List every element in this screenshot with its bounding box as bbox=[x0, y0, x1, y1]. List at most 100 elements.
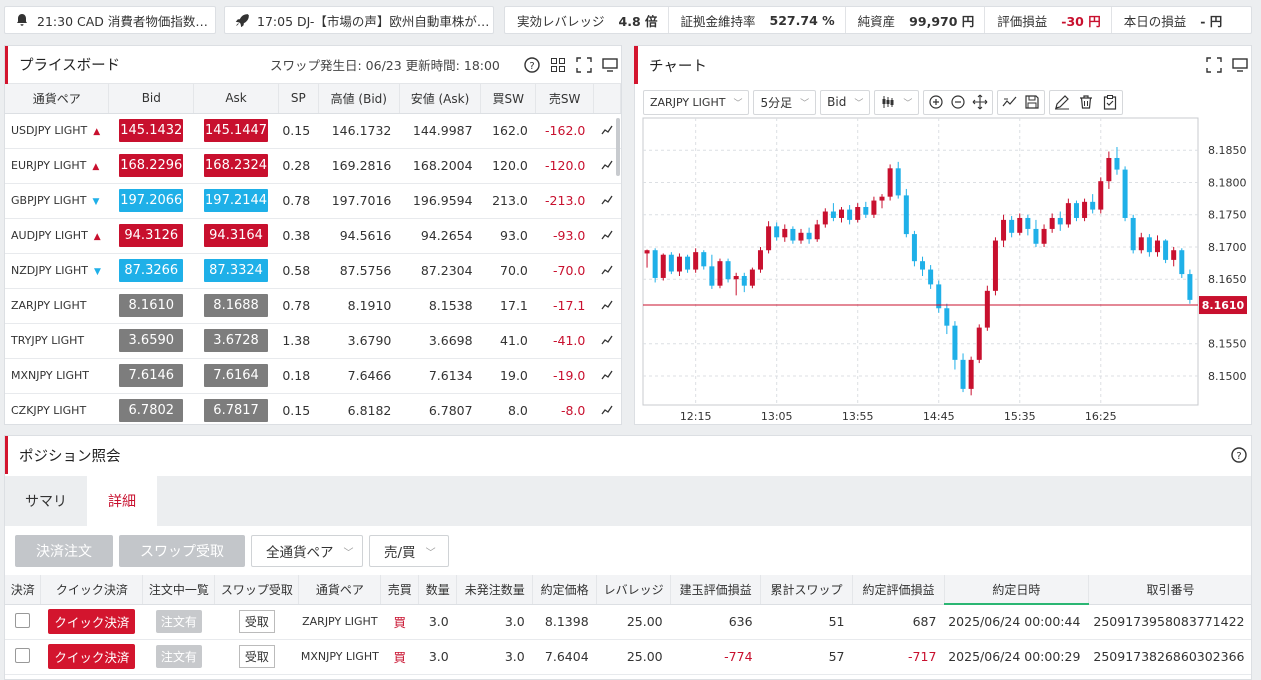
price-row[interactable]: TRYJPY LIGHT 3.6590 3.6728 1.38 3.6790 3.6698… bbox=[5, 323, 621, 359]
candle-body[interactable] bbox=[701, 252, 707, 267]
candle-body[interactable] bbox=[1138, 237, 1144, 251]
candle-body[interactable] bbox=[1049, 217, 1055, 229]
swap-receive-cell[interactable]: 受取 bbox=[214, 604, 299, 640]
candle-body[interactable] bbox=[1130, 217, 1136, 251]
zoom-in-icon[interactable] bbox=[928, 94, 944, 110]
pos-col-header[interactable]: 約定価格 bbox=[532, 575, 598, 605]
mini-chart-cell[interactable] bbox=[593, 253, 621, 289]
mini-chart-cell[interactable] bbox=[593, 358, 621, 394]
pair-cell[interactable]: TRYJPY LIGHT bbox=[5, 323, 109, 359]
bid-price-button[interactable]: 3.6590 bbox=[119, 329, 184, 352]
save-icon[interactable] bbox=[1024, 94, 1040, 110]
settle-checkbox-cell[interactable] bbox=[5, 639, 41, 675]
price-board-scrollbar[interactable] bbox=[616, 118, 620, 176]
candle-body[interactable] bbox=[830, 211, 836, 218]
tab-summary[interactable]: サマリ bbox=[5, 476, 87, 526]
quick-settle-cell[interactable]: クイック決済 bbox=[40, 604, 143, 640]
bid-price-button[interactable]: 6.7802 bbox=[119, 399, 184, 422]
ask-cell[interactable]: 168.2324 bbox=[193, 148, 279, 184]
bid-cell[interactable]: 87.3266 bbox=[108, 253, 194, 289]
quick-settle-cell[interactable]: クイック決済 bbox=[40, 639, 143, 675]
col-low[interactable]: 安値 (Ask) bbox=[399, 84, 482, 114]
candle-body[interactable] bbox=[847, 209, 853, 220]
candle-body[interactable] bbox=[766, 226, 772, 251]
candle-body[interactable] bbox=[652, 250, 658, 278]
candle-body[interactable] bbox=[741, 276, 747, 286]
candle-body[interactable] bbox=[1001, 219, 1007, 241]
candle-body[interactable] bbox=[725, 261, 731, 280]
candle-body[interactable] bbox=[806, 232, 812, 240]
ask-price-button[interactable]: 87.3324 bbox=[204, 259, 269, 282]
quick-settle-button[interactable]: クイック決済 bbox=[48, 644, 136, 669]
receive-swap-button[interactable]: 受取 bbox=[238, 610, 275, 633]
indicator-icon[interactable] bbox=[1002, 94, 1018, 110]
trash-icon[interactable] bbox=[1078, 94, 1094, 110]
bid-cell[interactable]: 7.6146 bbox=[108, 358, 194, 394]
pair-cell[interactable]: USDJPY LIGHT ▲ bbox=[5, 113, 109, 149]
pair-cell[interactable]: AUDJPY LIGHT ▲ bbox=[5, 218, 109, 254]
bid-price-button[interactable]: 168.2296 bbox=[119, 154, 184, 177]
candle-body[interactable] bbox=[790, 228, 796, 241]
col-sell-swap[interactable]: 売SW bbox=[535, 84, 594, 114]
candle-body[interactable] bbox=[717, 261, 723, 286]
candle-body[interactable] bbox=[1009, 219, 1015, 233]
order-exists-button[interactable]: 注文有 bbox=[155, 610, 202, 633]
monitor-icon[interactable] bbox=[601, 56, 619, 74]
chart-type-select[interactable]: ﹀ bbox=[874, 89, 920, 115]
candle-body[interactable] bbox=[782, 228, 788, 238]
candle-body[interactable] bbox=[1025, 217, 1031, 229]
candle-body[interactable] bbox=[911, 234, 917, 262]
interval-select[interactable]: 5分足 ﹀ bbox=[753, 89, 817, 115]
help-icon[interactable]: ? bbox=[523, 56, 541, 74]
candle-body[interactable] bbox=[749, 269, 755, 286]
bid-cell[interactable]: 197.2066 bbox=[108, 183, 194, 219]
bid-price-button[interactable]: 145.1432 bbox=[119, 119, 184, 142]
help-icon[interactable]: ? bbox=[1230, 446, 1248, 464]
candle-body[interactable] bbox=[693, 252, 699, 270]
candle-body[interactable] bbox=[774, 226, 780, 238]
col-sp[interactable]: SP bbox=[278, 84, 319, 114]
candle-body[interactable] bbox=[920, 261, 926, 270]
pos-col-header[interactable]: 累計スワップ bbox=[760, 575, 853, 605]
mini-chart-icon[interactable] bbox=[601, 125, 613, 135]
bid-price-button[interactable]: 94.3126 bbox=[119, 224, 184, 247]
col-bid[interactable]: Bid bbox=[108, 84, 195, 114]
receive-swap-button[interactable]: 受取 bbox=[238, 645, 275, 668]
pos-col-header[interactable]: クイック決済 bbox=[40, 575, 144, 605]
mini-chart-icon[interactable] bbox=[601, 300, 613, 310]
candle-body[interactable] bbox=[733, 276, 739, 280]
pencil-icon[interactable] bbox=[1054, 94, 1070, 110]
mini-chart-cell[interactable] bbox=[593, 183, 621, 219]
bid-price-button[interactable]: 7.6146 bbox=[119, 364, 184, 387]
bid-price-button[interactable]: 87.3266 bbox=[119, 259, 184, 282]
pos-col-header[interactable]: 約定評価損益 bbox=[852, 575, 945, 605]
swap-receive-cell[interactable]: 受取 bbox=[214, 639, 299, 675]
expand-icon[interactable] bbox=[575, 56, 593, 74]
candle-body[interactable] bbox=[1171, 250, 1177, 260]
ask-cell[interactable]: 6.7817 bbox=[193, 393, 279, 424]
quick-settle-button[interactable]: クイック決済 bbox=[48, 609, 136, 634]
mini-chart-cell[interactable] bbox=[593, 288, 621, 324]
col-ask[interactable]: Ask bbox=[193, 84, 279, 114]
ask-cell[interactable]: 87.3324 bbox=[193, 253, 279, 289]
candle-body[interactable] bbox=[1033, 228, 1039, 244]
pos-col-header[interactable]: 取引番号 bbox=[1088, 575, 1251, 605]
ask-price-button[interactable]: 6.7817 bbox=[204, 399, 269, 422]
zoom-out-icon[interactable] bbox=[950, 94, 966, 110]
pair-cell[interactable]: CZKJPY LIGHT bbox=[5, 393, 109, 424]
candle-body[interactable] bbox=[1057, 217, 1063, 225]
news-ticker-1[interactable]: 21:30 CAD 消費者物価指数… bbox=[4, 6, 216, 34]
ask-price-button[interactable]: 94.3164 bbox=[204, 224, 269, 247]
candle-body[interactable] bbox=[1163, 240, 1169, 260]
bid-cell[interactable]: 168.2296 bbox=[108, 148, 194, 184]
candle-body[interactable] bbox=[668, 254, 674, 272]
candle-body[interactable] bbox=[839, 209, 845, 218]
candle-body[interactable] bbox=[1041, 228, 1047, 244]
mini-chart-cell[interactable] bbox=[593, 218, 621, 254]
settle-checkbox[interactable] bbox=[15, 612, 31, 628]
col-high[interactable]: 高値 (Bid) bbox=[318, 84, 400, 114]
move-icon[interactable] bbox=[972, 94, 988, 110]
ask-price-button[interactable]: 8.1688 bbox=[204, 294, 269, 317]
bid-price-button[interactable]: 8.1610 bbox=[119, 294, 184, 317]
candle-body[interactable] bbox=[1098, 181, 1104, 210]
